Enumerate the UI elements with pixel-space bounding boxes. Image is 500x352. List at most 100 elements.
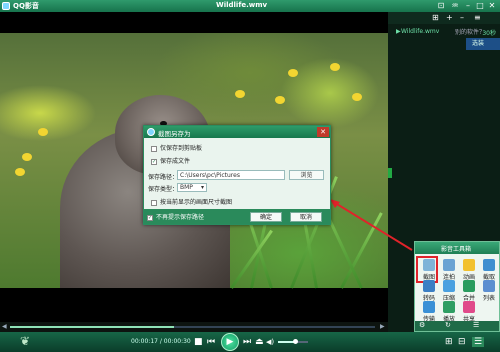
seek-bar-area: ◀ ▶ [0, 322, 388, 332]
dont-show-label: 不再提示保存路径 [156, 214, 205, 221]
title-bar: QQ影音 Wildlife.wmv ⊡ ♒ – □ ✕ [0, 0, 500, 12]
tool-burst[interactable]: 连拍 [439, 259, 459, 281]
flower [330, 63, 340, 71]
add-icon[interactable]: + [446, 13, 453, 22]
save-file-option[interactable]: ✓ 保存成文件 [151, 156, 190, 165]
current-size-checkbox[interactable] [151, 199, 157, 206]
skin-icon[interactable]: ⊡ [436, 1, 446, 11]
seek-bar[interactable] [10, 326, 375, 328]
playing-arrow-icon: ▶ [396, 28, 401, 35]
flower [235, 90, 245, 98]
dont-show-checkbox[interactable]: ✓ [147, 214, 153, 221]
app-title: QQ影音 [13, 2, 39, 10]
promo-hint: 别的软件？ [455, 29, 486, 36]
tool-clip[interactable]: 截取 [479, 259, 499, 281]
tool-play[interactable]: 播放 [439, 301, 459, 323]
chevron-down-icon: ▾ [200, 184, 204, 191]
window-title: Wildlife.wmv [216, 1, 268, 9]
play-icon [443, 301, 455, 313]
flower [22, 153, 32, 161]
tool-share[interactable]: 共享 [459, 301, 479, 323]
save-file-checkbox[interactable]: ✓ [151, 158, 157, 165]
promo-button[interactable]: 选装 [466, 38, 500, 50]
toolbox-icon[interactable]: ⊞ [445, 337, 453, 347]
transfer-icon [423, 301, 435, 313]
eject-button[interactable]: ⏏ [255, 337, 264, 347]
maximize-button[interactable]: □ [475, 1, 485, 11]
panel-icon[interactable]: ⊟ [458, 337, 466, 347]
toolbox-panel: 影音工具箱 截图 连拍 动画 截取转码 压缩 合并 列表传输 播放 共享 ⚙ ↻ ☰ [414, 241, 500, 332]
tool-screenshot[interactable]: 截图 [419, 259, 439, 281]
minimize-button[interactable]: – [463, 1, 473, 11]
tool-compress[interactable]: 压缩 [439, 280, 459, 302]
save-type-select[interactable]: BMP ▾ [177, 183, 207, 192]
dialog-close-button[interactable]: ✕ [317, 127, 329, 137]
close-button[interactable]: ✕ [487, 1, 497, 11]
playlist-grid-icon[interactable]: ⊞ [432, 13, 439, 22]
seek-right-marker: ▶ [380, 323, 385, 330]
current-size-label: 按当前显示的画面尺寸截图 [160, 199, 233, 206]
flower [15, 168, 25, 176]
toolbox-menu-icon[interactable]: ☰ [473, 321, 479, 329]
bamboo-decoration: ❦ [20, 334, 31, 348]
current-size-option[interactable]: 按当前显示的画面尺寸截图 [151, 197, 232, 206]
clipboard-only-label: 仅保存到剪贴板 [160, 145, 203, 152]
sidebar-toggle[interactable] [388, 168, 392, 178]
flower [38, 128, 48, 136]
settings-icon[interactable]: ⚙ [419, 321, 425, 329]
playlist-item-name: Wildlife.wmv [401, 28, 440, 35]
stop-button[interactable]: ■ [194, 337, 203, 347]
share-icon [463, 301, 475, 313]
save-path-field[interactable]: C:\Users\pc\Pictures [177, 170, 285, 180]
screenshot-icon [423, 259, 435, 271]
flower [352, 93, 362, 101]
toolbox-header: 影音工具箱 [415, 242, 499, 254]
type-label: 保存类型： [148, 186, 179, 193]
control-bar: ❦ 00:00:17 / 00:00:30 ■ ⏮ ▶ ⏭ ⏏ ◀) ⊞ ⊟ ☰ [0, 332, 500, 352]
save-screenshot-dialog: 截图另存为 ✕ 仅保存到剪贴板 ✓ 保存成文件 保存路径： C:\Users\pc… [143, 125, 331, 225]
clipboard-only-option[interactable]: 仅保存到剪贴板 [151, 143, 202, 152]
dialog-header: 截图另存为 ✕ [144, 126, 330, 138]
previous-button[interactable]: ⏮ [207, 337, 215, 347]
cancel-button[interactable]: 取消 [290, 212, 322, 222]
play-button[interactable]: ▶ [221, 333, 239, 351]
tool-convert[interactable]: 转码 [419, 280, 439, 302]
convert-icon [423, 280, 435, 292]
seek-left-marker: ◀ [2, 323, 7, 330]
app-logo-icon [2, 2, 10, 10]
dont-show-option[interactable]: ✓ 不再提示保存路径 [147, 212, 204, 221]
playlist-toggle-icon[interactable]: ☰ [472, 337, 485, 347]
next-button[interactable]: ⏭ [243, 337, 251, 347]
volume-icon[interactable]: ◀) [266, 337, 274, 347]
menu-icon[interactable]: ♒ [450, 1, 460, 11]
dialog-logo-icon [147, 128, 155, 136]
save-type-value: BMP [180, 184, 193, 191]
path-label: 保存路径： [148, 174, 179, 181]
grass-blade [340, 212, 383, 289]
flower [288, 69, 298, 77]
time-display: 00:00:17 / 00:00:30 [131, 338, 191, 345]
tool-smiley[interactable]: 动画 [459, 259, 479, 281]
playlist-toolbar: ⊞ + – ≡ [388, 12, 500, 24]
clip-icon [483, 259, 495, 271]
playlist-menu-icon[interactable]: ≡ [474, 13, 481, 22]
browse-button[interactable]: 浏览 [289, 170, 324, 180]
tool-list[interactable]: 列表 [479, 280, 499, 302]
save-file-label: 保存成文件 [160, 158, 191, 165]
tool-merge[interactable]: 合并 [459, 280, 479, 302]
smiley-icon [463, 259, 475, 271]
flower [275, 96, 285, 104]
toolbox-title: 影音工具箱 [441, 246, 472, 253]
refresh-icon[interactable]: ↻ [445, 321, 451, 329]
ok-button[interactable]: 确定 [250, 212, 282, 222]
tool-label: 列表 [482, 295, 495, 302]
list-icon [483, 280, 495, 292]
volume-slider[interactable] [278, 339, 308, 344]
remove-icon[interactable]: – [460, 13, 464, 22]
tool-transfer[interactable]: 传输 [419, 301, 439, 323]
dialog-title: 截图另存为 [158, 130, 191, 138]
toolbox-footer: ⚙ ↻ ☰ [415, 321, 499, 331]
clipboard-only-checkbox[interactable] [151, 145, 157, 152]
volume-knob[interactable] [292, 339, 298, 344]
burst-icon [443, 259, 455, 271]
